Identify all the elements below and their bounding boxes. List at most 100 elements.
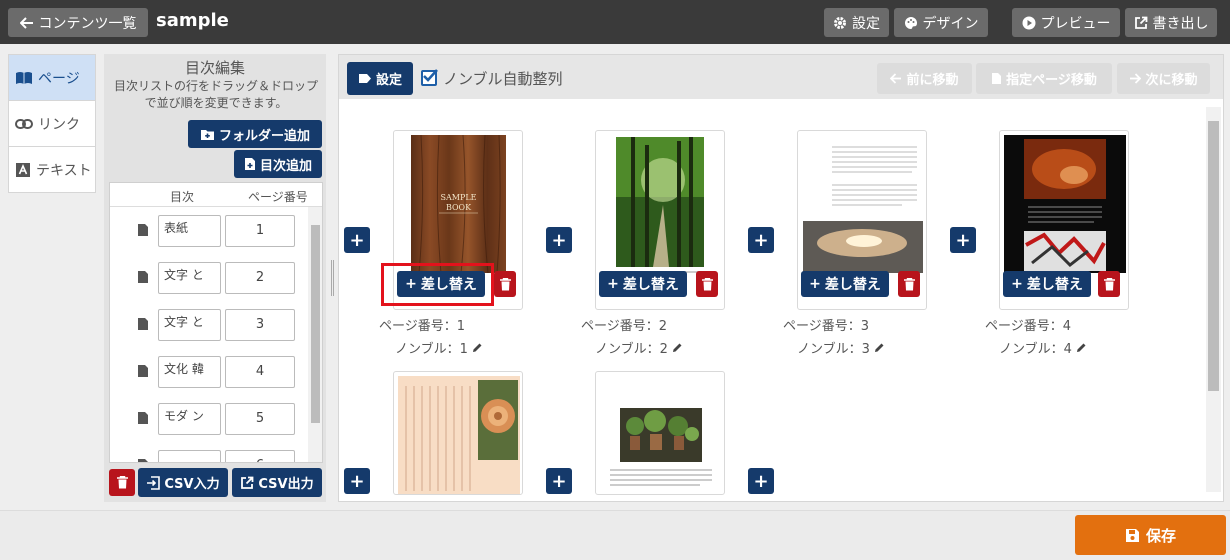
auto-nombre-checkbox[interactable]	[421, 69, 438, 86]
checkmark-icon	[423, 69, 438, 82]
back-button[interactable]: コンテンツ一覧	[8, 8, 148, 37]
toc-description: 目次リストの行をドラッグ＆ドロップで並び順を変更できます。	[113, 79, 318, 110]
delete-page-button[interactable]	[494, 271, 516, 297]
move-prev-button[interactable]: 前に移動	[877, 63, 972, 94]
save-button[interactable]: 保存	[1075, 515, 1226, 555]
tab-page[interactable]: ページ	[9, 55, 95, 101]
link-icon	[15, 118, 33, 129]
page-grid-scrollbar-thumb[interactable]	[1208, 121, 1219, 391]
document-icon	[138, 412, 148, 424]
add-toc-button[interactable]: 目次追加	[234, 150, 322, 178]
add-toc-label: 目次追加	[259, 158, 312, 174]
nombre-label[interactable]: ノンブル：4	[999, 338, 1087, 357]
insert-page-button[interactable]: +	[748, 227, 774, 253]
replace-button[interactable]: + 差し替え	[1003, 271, 1091, 297]
design-button[interactable]: デザイン	[894, 8, 988, 37]
add-folder-button[interactable]: フォルダー追加	[188, 120, 322, 148]
plus-icon: +	[405, 276, 417, 292]
replace-button[interactable]: + 差し替え	[801, 271, 889, 297]
toc-name-input[interactable]: モダ ン	[158, 403, 221, 435]
toc-row[interactable]: 表紙 1	[110, 209, 308, 256]
toc-row[interactable]: 文字 と 3	[110, 303, 308, 350]
goto-page-button[interactable]: 指定ページ移動	[976, 63, 1112, 94]
external-link-icon	[241, 476, 254, 489]
forest-photo	[616, 137, 704, 273]
delete-toc-button[interactable]	[109, 469, 135, 496]
toc-page-input[interactable]: 2	[225, 262, 295, 294]
toc-table: 目次 ページ番号 表紙 1 文字 と 2 文字 と 3 文化 韓 4 モダ ン …	[109, 182, 323, 463]
csv-export-button[interactable]: CSV出力	[232, 468, 322, 497]
nombre-text: ノンブル：2	[595, 342, 668, 357]
tab-link[interactable]: リンク	[9, 101, 95, 147]
toc-name-input[interactable]	[158, 450, 221, 462]
nombre-label[interactable]: ノンブル：1	[395, 338, 483, 357]
insert-page-button[interactable]: +	[344, 468, 370, 494]
page-card[interactable]	[393, 371, 523, 495]
document-plus-icon	[244, 158, 255, 170]
move-next-button[interactable]: 次に移動	[1117, 63, 1210, 94]
nombre-label[interactable]: ノンブル：2	[595, 338, 683, 357]
page-card[interactable]	[595, 371, 725, 495]
delete-page-button[interactable]	[1098, 271, 1120, 297]
settings-button[interactable]: 設定	[824, 8, 889, 37]
trash-icon	[116, 476, 128, 489]
text-icon	[16, 163, 30, 177]
delete-page-button[interactable]	[898, 271, 920, 297]
page-title: sample	[156, 10, 229, 31]
dark-collage-art	[1024, 139, 1106, 271]
add-folder-label: フォルダー追加	[218, 128, 310, 144]
folder-plus-icon	[200, 129, 214, 140]
insert-page-button[interactable]: +	[748, 468, 774, 494]
footer-bar	[0, 510, 1230, 560]
csv-import-button[interactable]: CSV入力	[138, 468, 228, 497]
export-button[interactable]: 書き出し	[1125, 8, 1217, 37]
page-settings-label: 設定	[375, 73, 402, 88]
tab-link-label: リンク	[38, 116, 80, 133]
toc-title: 目次編集	[184, 59, 245, 77]
toc-row[interactable]: 文化 韓 4	[110, 350, 308, 397]
panel-splitter[interactable]	[331, 260, 334, 296]
pencil-icon	[473, 343, 482, 352]
insert-page-button[interactable]: +	[344, 227, 370, 253]
import-icon	[147, 475, 161, 490]
document-icon	[138, 365, 148, 377]
preview-button[interactable]: プレビュー	[1012, 8, 1120, 37]
trash-icon	[1103, 277, 1115, 290]
tab-text[interactable]: テキスト	[9, 147, 95, 193]
tab-page-label: ページ	[38, 70, 80, 87]
insert-page-button[interactable]: +	[546, 227, 572, 253]
pencil-icon	[875, 343, 884, 352]
floppy-disk-icon	[1125, 528, 1139, 542]
goto-page-label: 指定ページ移動	[1006, 73, 1097, 88]
toc-row[interactable]: モダ ン 5	[110, 397, 308, 444]
toc-page-input[interactable]: 4	[225, 356, 295, 388]
toc-page-input[interactable]: 6	[225, 450, 295, 462]
toc-name-input[interactable]: 表紙	[158, 215, 221, 247]
toc-scrollbar-thumb[interactable]	[311, 225, 320, 423]
insert-page-button[interactable]: +	[950, 227, 976, 253]
toc-page-input[interactable]: 1	[225, 215, 295, 247]
arrow-left-icon	[890, 73, 902, 84]
toc-page-input[interactable]: 3	[225, 309, 295, 341]
nombre-text: ノンブル：4	[999, 342, 1072, 357]
page-settings-button[interactable]: 設定	[347, 62, 413, 95]
gear-icon	[834, 16, 846, 29]
toc-page-input[interactable]: 5	[225, 403, 295, 435]
insert-page-button[interactable]: +	[546, 468, 572, 494]
page-thumbnail	[802, 135, 924, 273]
toc-row[interactable]: 文字 と 2	[110, 256, 308, 303]
toc-name-input[interactable]: 文字 と	[158, 309, 221, 341]
nombre-text: ノンブル：1	[395, 342, 468, 357]
toc-name-input[interactable]: 文化 韓	[158, 356, 221, 388]
replace-button[interactable]: + 差し替え	[599, 271, 687, 297]
nombre-label[interactable]: ノンブル：3	[797, 338, 885, 357]
plus-icon: +	[809, 276, 821, 292]
plants-photo-art	[610, 408, 712, 486]
page-thumbnail	[398, 376, 520, 494]
cover-title: SAMPLE BOOK	[440, 193, 477, 212]
toc-name-input[interactable]: 文字 と	[158, 262, 221, 294]
replace-label: 差し替え	[1026, 277, 1083, 293]
replace-button[interactable]: + 差し替え	[397, 271, 485, 297]
delete-page-button[interactable]	[696, 271, 718, 297]
toc-row[interactable]: 6	[110, 444, 308, 462]
